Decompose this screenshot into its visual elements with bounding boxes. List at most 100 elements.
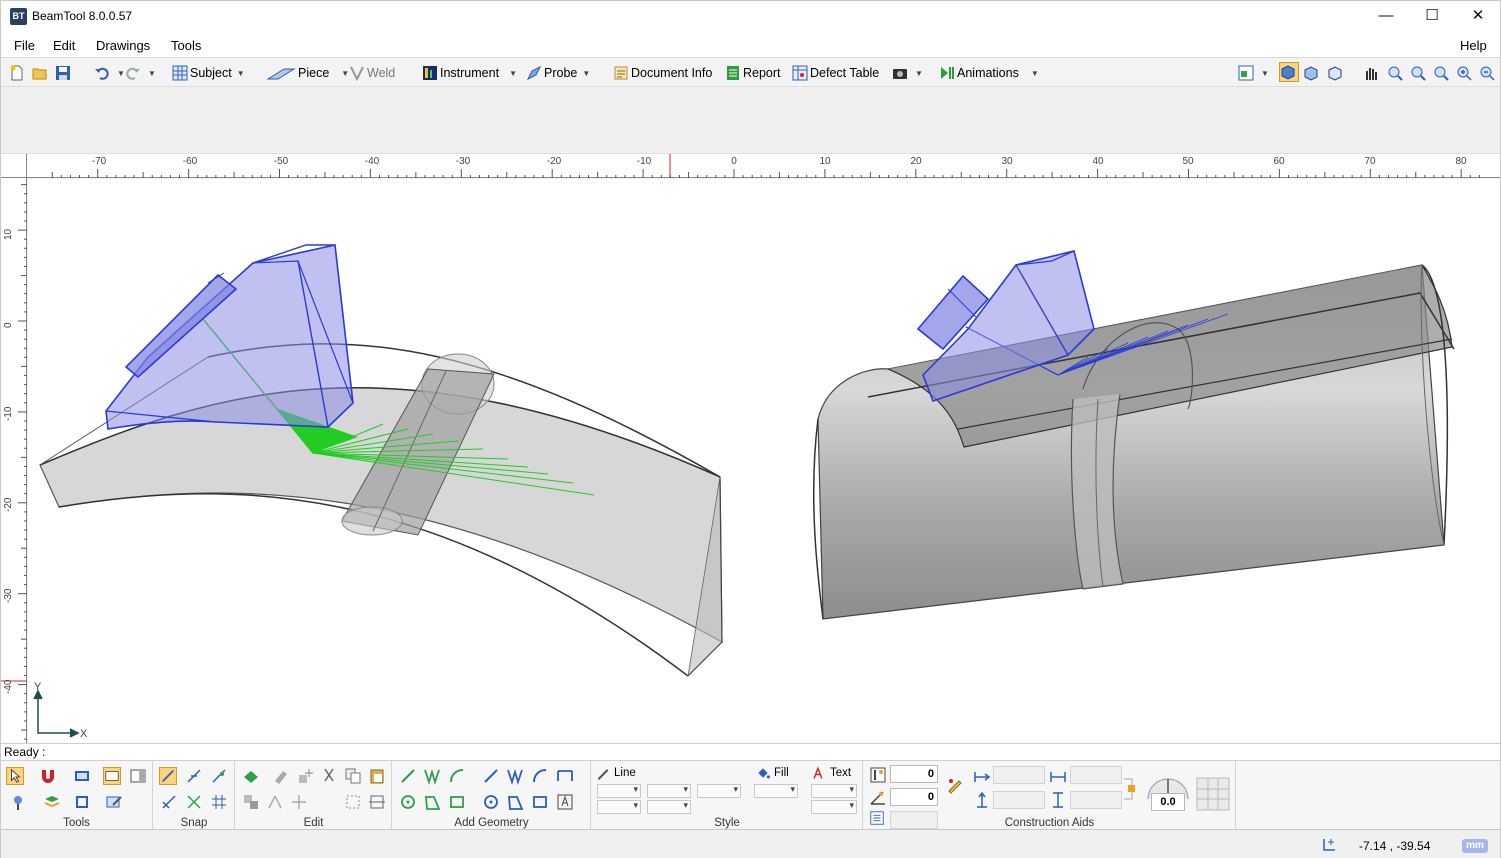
grid-table-icon[interactable] (1196, 777, 1230, 811)
draw-polygon-icon[interactable] (423, 793, 441, 811)
h-ruler-label: -10 (636, 156, 652, 167)
zoom-move-button[interactable] (1387, 63, 1405, 83)
piece-button[interactable]: Piece ▼ (266, 63, 349, 83)
open-file-button[interactable] (32, 63, 50, 83)
maximize-button[interactable]: ☐ (1409, 1, 1455, 32)
redo-button[interactable]: ▼ (125, 63, 156, 83)
group-icon[interactable] (242, 793, 260, 811)
zoom-fit-button[interactable] (1433, 63, 1451, 83)
draw-arc-icon[interactable] (448, 767, 466, 785)
zoom-in-button[interactable] (1456, 63, 1474, 83)
subject-button[interactable]: Subject ▼ (172, 63, 245, 83)
draw-dimension-icon[interactable] (556, 767, 574, 785)
snap-intersection-icon[interactable] (185, 793, 203, 811)
probe-button[interactable]: Probe ▼ (526, 63, 590, 83)
line-color-select[interactable] (697, 784, 741, 798)
animations-button[interactable]: Animations ▼ (939, 63, 1039, 83)
menu-help[interactable]: Help (1460, 38, 1487, 53)
layer-value-field[interactable]: 0 (890, 765, 938, 783)
shape-fill-icon[interactable] (242, 767, 260, 785)
aspect-lock-icon[interactable] (1122, 775, 1136, 803)
draw-line-icon[interactable] (399, 767, 417, 785)
weld-button[interactable]: Weld (349, 63, 395, 83)
zoom-window-button[interactable] (1410, 63, 1428, 83)
eraser-icon[interactable] (272, 767, 290, 785)
view-3d-solid-button[interactable] (1279, 62, 1299, 82)
defect-table-button[interactable]: Defect Table (792, 63, 879, 83)
menu-drawings[interactable]: Drawings (96, 38, 150, 53)
cube-wire-icon (1328, 66, 1342, 81)
x-offset-field[interactable] (993, 766, 1045, 784)
report-button[interactable]: Report (725, 63, 781, 83)
text-color-select[interactable] (811, 784, 857, 798)
snap-line-icon[interactable] (159, 767, 177, 785)
mirror-icon[interactable] (266, 793, 284, 811)
instrument-button[interactable]: Instrument ▼ (422, 63, 517, 83)
minimize-button[interactable]: — (1363, 1, 1409, 32)
menu-edit[interactable]: Edit (53, 38, 75, 53)
paste-icon[interactable] (368, 767, 386, 785)
move-icon[interactable] (290, 793, 308, 811)
angle-value-field[interactable]: 0 (890, 788, 938, 806)
text-size-select[interactable] (811, 800, 857, 814)
fill-color-select[interactable] (754, 784, 798, 798)
draw-arc-blue-icon[interactable] (531, 767, 549, 785)
horizontal-ruler[interactable]: -70 -60 -50 -40 -30 -20 -10 0 10 20 30 4… (27, 154, 1500, 178)
pencil-lock-icon[interactable] (946, 776, 964, 794)
line-start-select[interactable] (597, 800, 641, 814)
menu-tools[interactable]: Tools (171, 38, 201, 53)
h-ruler-label: 60 (1273, 156, 1285, 167)
copy-icon[interactable] (344, 767, 362, 785)
units-badge[interactable]: mm (1462, 839, 1488, 853)
align-icon[interactable] (344, 793, 362, 811)
draw-line-blue-icon[interactable] (482, 767, 500, 785)
h-ruler-label: 50 (1182, 156, 1194, 167)
snap-midpoint-icon[interactable] (185, 767, 203, 785)
undo-button[interactable]: ▼ (94, 63, 125, 83)
line-end-select[interactable] (647, 800, 691, 814)
cut-icon[interactable] (320, 767, 338, 785)
menu-file[interactable]: File (14, 38, 35, 53)
draw-polyline-icon[interactable] (423, 767, 441, 785)
draw-polyline-blue-icon[interactable] (506, 767, 524, 785)
camera-button[interactable]: ▼ (892, 63, 923, 83)
layers-stack-icon[interactable] (43, 793, 61, 811)
save-button[interactable] (55, 63, 73, 83)
height-field[interactable] (1070, 791, 1122, 809)
drawing-canvas[interactable]: Y X (28, 179, 1500, 743)
layer-icon[interactable] (73, 767, 91, 785)
angle-dial-value[interactable]: 0.0 (1151, 793, 1185, 811)
view-3d-shaded-button[interactable] (1303, 63, 1321, 83)
panel-toggle-icon[interactable] (103, 767, 121, 785)
close-button[interactable]: ✕ (1455, 1, 1501, 32)
new-file-button[interactable] (9, 63, 27, 83)
frame-icon[interactable] (73, 793, 91, 811)
draw-rectangle-icon[interactable] (448, 793, 466, 811)
magnet-icon[interactable] (39, 767, 57, 785)
properties-icon[interactable] (9, 793, 27, 811)
width-field[interactable] (1070, 766, 1122, 784)
draw-polygon-blue-icon[interactable] (506, 793, 524, 811)
add-point-icon[interactable] (296, 767, 314, 785)
vertical-ruler[interactable]: 10 0 -10 -20 -30 -40 (1, 178, 27, 743)
draw-circle-blue-icon[interactable] (482, 793, 500, 811)
select-arrow-icon[interactable] (6, 767, 24, 785)
sidebar-toggle-icon[interactable] (129, 767, 147, 785)
view-options-button[interactable]: ▼ (1238, 63, 1269, 83)
snap-end-icon[interactable] (210, 767, 228, 785)
view-3d-wire-button[interactable] (1327, 63, 1345, 83)
line-weight-select[interactable] (597, 784, 641, 798)
document-info-button[interactable]: Document Info (613, 63, 712, 83)
draw-circle-icon[interactable] (399, 793, 417, 811)
distribute-icon[interactable] (368, 793, 386, 811)
zoom-out-button[interactable] (1479, 63, 1497, 83)
pan-button[interactable] (1363, 63, 1381, 83)
snap-perpendicular-icon[interactable] (160, 793, 178, 811)
draw-rectangle-blue-icon[interactable] (531, 793, 549, 811)
draw-text-box-icon[interactable] (556, 793, 574, 811)
y-offset-field[interactable] (993, 791, 1045, 809)
edit-style-icon[interactable] (105, 793, 123, 811)
edit-group-label: Edit (303, 817, 324, 829)
line-dash-select[interactable] (647, 784, 691, 798)
snap-grid-icon[interactable] (210, 793, 228, 811)
